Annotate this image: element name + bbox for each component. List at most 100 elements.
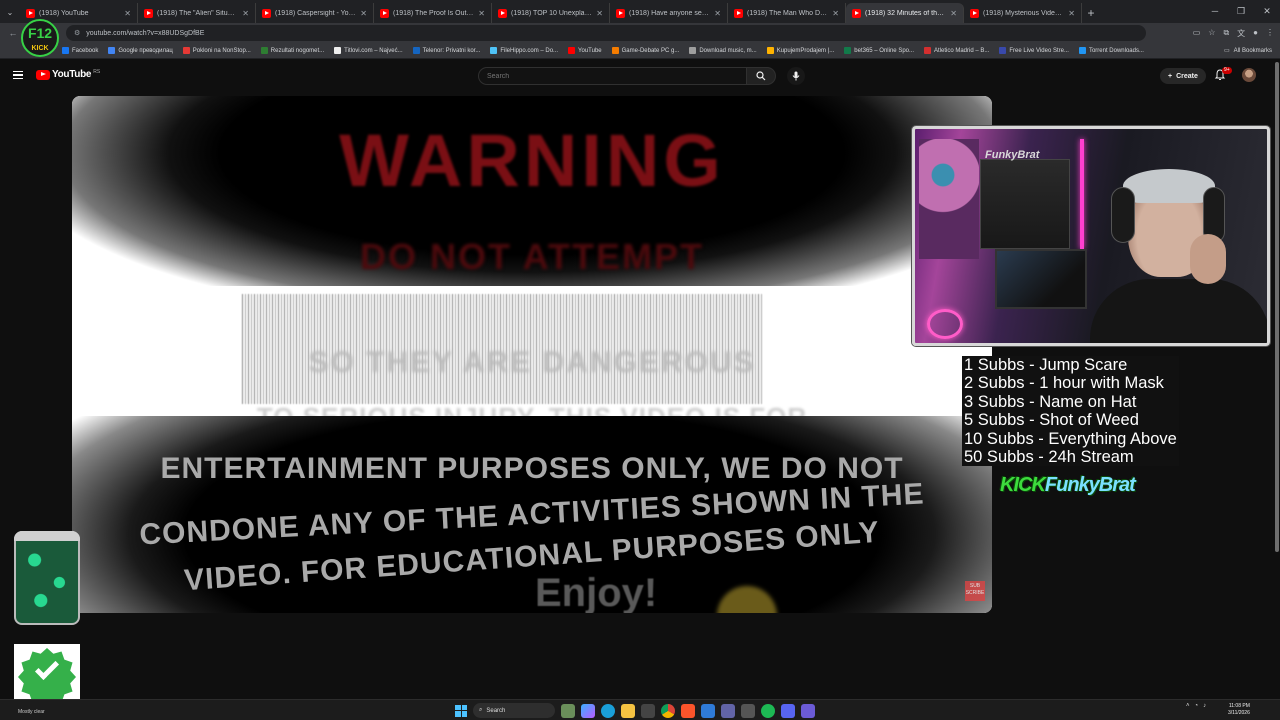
bookmark-item[interactable]: FileHippo.com – Do...	[490, 47, 558, 54]
close-tab-icon[interactable]: ✕	[714, 9, 721, 18]
copilot-icon[interactable]	[581, 703, 595, 718]
funkybrat-logo-text: FunkyBrat	[1044, 474, 1136, 496]
profile-icon[interactable]: ●	[1253, 28, 1258, 39]
create-label: Create	[1176, 72, 1198, 80]
voice-search-button[interactable]	[787, 67, 805, 85]
subscribe-watermark[interactable]: SUB SCRIBE	[965, 581, 985, 601]
svg-text:F12: F12	[28, 25, 52, 41]
browser-tab[interactable]: (1918) Mysterious Videos Th ✕	[964, 3, 1082, 23]
extensions-icon[interactable]: ⧉	[1223, 28, 1229, 39]
youtube-logo[interactable]: YouTube RS	[36, 69, 100, 80]
bookmark-item[interactable]: Rezultati nogomet...	[260, 47, 324, 54]
cast-icon[interactable]: ▭	[1193, 28, 1201, 39]
search-button[interactable]	[746, 67, 776, 85]
tab-title: (1918) Mysterious Videos Th	[983, 9, 1065, 17]
youtube-masthead: YouTube RS +Create 9+	[0, 60, 1280, 92]
bookmark-item[interactable]: Download music, m...	[689, 47, 757, 54]
video-player[interactable]: WARNING DO NOT ATTEMPT SO THEY ARE DANGE…	[72, 96, 992, 613]
browser-tab-active[interactable]: (1918) 32 Minutes of the S1 ✕	[846, 3, 964, 23]
browser-tab[interactable]: (1918) The Proof Is Out There ✕	[374, 3, 492, 23]
browser-tab[interactable]: (1918) TOP 10 Unexplained Pho ✕	[492, 3, 610, 23]
tab-search-icon[interactable]: ⌄	[0, 3, 20, 23]
close-tab-icon[interactable]: ✕	[950, 9, 957, 18]
page-scrollbar[interactable]	[1274, 60, 1280, 560]
translate-icon[interactable]: 文	[1237, 28, 1245, 39]
brave-icon[interactable]	[681, 703, 695, 718]
bookmark-label: KupujemProdajem |...	[776, 47, 835, 54]
close-tab-icon[interactable]: ✕	[596, 9, 603, 18]
bookmark-item[interactable]: YouTube	[568, 47, 602, 54]
bookmark-label: Telenor: Privatni kor...	[422, 47, 481, 54]
youtube-icon	[568, 47, 576, 54]
app-icon[interactable]	[741, 703, 755, 718]
account-avatar[interactable]	[1242, 68, 1256, 82]
maximize-icon[interactable]: ❐	[1228, 0, 1254, 23]
edge-icon[interactable]	[601, 703, 615, 718]
back-icon[interactable]: ←	[6, 26, 20, 40]
bookmark-item[interactable]: Pokloni na NonStop...	[182, 47, 251, 54]
app-icon[interactable]	[701, 703, 715, 718]
bookmark-item[interactable]: bet365 – Online Spo...	[844, 47, 914, 54]
menu-hamburger-icon[interactable]	[13, 71, 23, 79]
bookmark-item[interactable]: Telenor: Privatni kor...	[412, 47, 481, 54]
close-window-icon[interactable]: ✕	[1254, 0, 1280, 23]
all-bookmarks-button[interactable]: ▭ All Bookmarks	[1224, 47, 1272, 55]
webcam-neon-light	[1080, 139, 1084, 249]
taskbar-search[interactable]: ⌕ Search	[473, 703, 555, 718]
tray-chevron-icon[interactable]: ˄	[1186, 703, 1190, 709]
search-input[interactable]	[478, 67, 746, 85]
file-explorer-icon[interactable]	[621, 703, 635, 718]
youtube-wordmark: YouTube	[52, 69, 92, 80]
browser-tab[interactable]: (1918) The Man Who Disappea✕	[728, 3, 846, 23]
bookmark-item[interactable]: Game-Debate PC g...	[611, 47, 679, 54]
webcam-neon-heart	[927, 309, 963, 339]
minimize-icon[interactable]: ─	[1202, 0, 1228, 23]
start-windows-icon[interactable]	[455, 704, 467, 717]
taskbar-apps: ⌕ Search	[455, 702, 815, 719]
bookmark-star-icon[interactable]: ☆	[1208, 28, 1215, 39]
browser-tab[interactable]: (1918) Have anyone seen this t ✕	[610, 3, 728, 23]
weather-widget[interactable]: Mostly clear	[18, 709, 45, 715]
bookmark-item[interactable]: Free Live Video Stre...	[999, 47, 1069, 54]
close-tab-icon[interactable]: ✕	[242, 9, 249, 18]
close-tab-icon[interactable]: ✕	[1068, 9, 1075, 18]
taskbar-clock[interactable]: 11:08 PM 3/11/2026	[1228, 703, 1250, 717]
new-tab-button[interactable]: +	[1082, 3, 1100, 23]
plus-icon: +	[1168, 72, 1173, 80]
facebook-icon	[62, 47, 69, 54]
close-tab-icon[interactable]: ✕	[832, 9, 839, 18]
store-icon[interactable]	[641, 703, 655, 718]
menu-icon[interactable]: ⋮	[1266, 28, 1274, 39]
subs-goal-item: 10 Subbs - Everything Above	[964, 429, 1177, 448]
close-tab-icon[interactable]: ✕	[478, 9, 485, 18]
bookmark-label: Google преводилац	[118, 47, 173, 54]
create-button[interactable]: + Create	[1160, 68, 1206, 84]
wifi-icon[interactable]: ◔	[1195, 703, 1199, 709]
bookmark-item[interactable]: Google преводилац	[108, 47, 173, 54]
spotify-icon[interactable]	[761, 703, 775, 718]
bookmark-label: Facebook	[72, 47, 99, 54]
bookmark-item[interactable]: Facebook	[62, 47, 98, 54]
chrome-icon[interactable]	[661, 703, 675, 718]
widgets-icon[interactable]	[561, 703, 575, 718]
close-tab-icon[interactable]: ✕	[124, 9, 131, 18]
screen: F12 KICK ⌄ (1918) YouTube ✕ (1918) The "A…	[0, 0, 1280, 720]
browser-tab[interactable]: (1918) Caspersight - YouTube✕	[256, 3, 374, 23]
app-icon[interactable]	[801, 703, 815, 718]
discord-icon[interactable]	[781, 703, 795, 718]
bookmark-item[interactable]: Atletico Madrid – B...	[924, 47, 989, 54]
bookmark-label: Titlovi.com – Najveć...	[344, 47, 403, 54]
subs-goal-item: 50 Subbs - 24h Stream	[964, 448, 1134, 467]
system-tray: ˄ ◔ ♪	[1186, 703, 1206, 709]
volume-icon[interactable]: ♪	[1203, 703, 1206, 709]
omnibox[interactable]: ⚙ youtube.com/watch?v=x88UDSgDfBE	[66, 25, 1146, 41]
bookmark-item[interactable]: KupujemProdajem |...	[766, 47, 835, 54]
close-tab-icon[interactable]: ✕	[360, 9, 367, 18]
tab-title: (1918) The Proof Is Out There	[393, 9, 474, 17]
browser-tab[interactable]: (1918) The "Alien" Situation Is G ✕	[138, 3, 256, 23]
scrollbar-thumb[interactable]	[1275, 62, 1279, 552]
teams-icon[interactable]	[721, 703, 735, 718]
bookmark-item[interactable]: Titlovi.com – Najveć...	[334, 47, 403, 54]
site-info-icon[interactable]: ⚙	[74, 29, 80, 37]
bookmark-item[interactable]: Torrent Downloads...	[1078, 47, 1144, 54]
